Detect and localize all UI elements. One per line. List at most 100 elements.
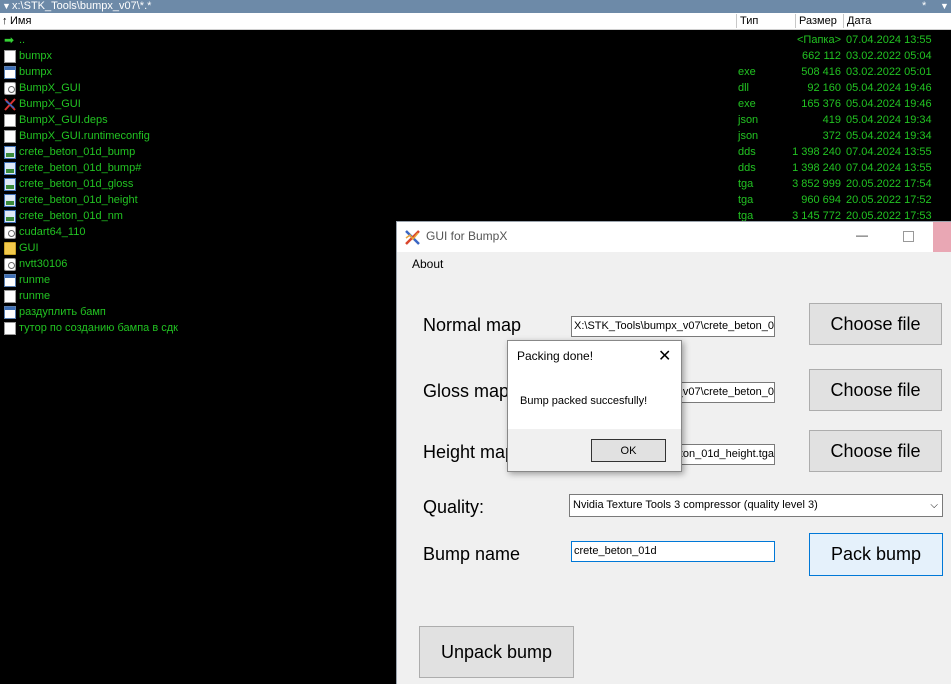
close-button[interactable] xyxy=(933,222,951,252)
dropdown-triangle-icon[interactable]: ▼ xyxy=(2,0,11,12)
up-arrow-icon: ➡ xyxy=(4,33,15,47)
gloss-map-label: Gloss map xyxy=(423,381,510,401)
window-body: Normal map X:\STK_Tools\bumpx_v07\crete_… xyxy=(397,275,951,684)
file-name: BumpX_GUI.runtimeconfig xyxy=(19,130,150,142)
column-type[interactable]: Тип xyxy=(740,13,758,29)
file-name: BumpX_GUI.deps xyxy=(19,114,108,126)
file-name: тутор по созданию бампа в сдк xyxy=(19,322,178,334)
dialog-message-area: Bump packed succesfully! xyxy=(508,371,681,429)
file-name: runme xyxy=(19,290,51,302)
file-date: 05.04.2024 19:34 xyxy=(846,114,932,126)
list-item[interactable]: bumpx exe 508 416 03.02.2022 05:01 xyxy=(0,64,951,80)
folder-icon xyxy=(4,242,16,255)
list-item[interactable]: crete_beton_01d_height tga 960 694 20.05… xyxy=(0,192,951,208)
unpack-bump-button[interactable]: Unpack bump xyxy=(419,626,574,678)
minimize-button[interactable]: — xyxy=(856,228,868,242)
dialog-titlebar[interactable]: Packing done! ✕ xyxy=(508,341,681,371)
list-item[interactable]: crete_beton_01d_bump# dds 1 398 240 07.0… xyxy=(0,160,951,176)
file-size: 419 xyxy=(822,114,841,126)
column-name[interactable]: Имя xyxy=(10,13,31,29)
file-date: 05.04.2024 19:46 xyxy=(846,98,932,110)
file-date: 07.04.2024 13:55 xyxy=(846,162,932,174)
file-date: 05.04.2024 19:34 xyxy=(846,130,932,142)
file-name: .. xyxy=(19,34,26,46)
file-name: nvtt30106 xyxy=(19,258,68,270)
choose-height-map-button[interactable]: Choose file xyxy=(809,430,942,472)
file-date: 07.04.2024 13:55 xyxy=(846,34,932,46)
file-name: cudart64_110 xyxy=(19,226,86,238)
menu-bar: About xyxy=(397,252,951,275)
path-bar[interactable]: ▼ x:\STK_Tools\bumpx_v07\*.* * ▼ xyxy=(0,0,951,13)
filter-star[interactable]: * xyxy=(922,0,926,12)
bump-name-label: Bump name xyxy=(423,544,521,564)
column-divider[interactable] xyxy=(795,14,796,28)
list-item[interactable]: BumpX_GUI.runtimeconfig json 372 05.04.2… xyxy=(0,128,951,144)
pack-bump-button[interactable]: Pack bump xyxy=(809,533,943,576)
image-icon xyxy=(4,178,16,191)
file-size: 92 160 xyxy=(807,82,841,94)
bump-name-input[interactable]: crete_beton_01d xyxy=(571,541,775,562)
file-size: 662 112 xyxy=(802,50,841,62)
column-divider[interactable] xyxy=(736,14,737,28)
list-item[interactable]: BumpX_GUI.deps json 419 05.04.2024 19:34 xyxy=(0,112,951,128)
normal-map-input[interactable]: X:\STK_Tools\bumpx_v07\crete_beton_01d_n… xyxy=(571,316,775,337)
file-size: 1 398 240 xyxy=(792,162,841,174)
dll-icon xyxy=(4,226,16,239)
list-item[interactable]: BumpX_GUI exe 165 376 05.04.2024 19:46 xyxy=(0,96,951,112)
image-icon xyxy=(4,146,16,159)
ok-button[interactable]: OK xyxy=(591,439,666,462)
file-size: <Папка> xyxy=(797,34,841,46)
quality-dropdown[interactable]: Nvidia Texture Tools 3 compressor (quali… xyxy=(569,494,943,517)
sort-arrow-icon: ↑ xyxy=(2,15,8,27)
window-titlebar[interactable]: GUI for BumpX — xyxy=(397,222,951,252)
file-name: BumpX_GUI xyxy=(19,98,81,110)
list-item[interactable]: crete_beton_01d_bump dds 1 398 240 07.04… xyxy=(0,144,951,160)
quality-label: Quality: xyxy=(423,497,485,517)
list-item[interactable]: crete_beton_01d_gloss tga 3 852 999 20.0… xyxy=(0,176,951,192)
file-name: crete_beton_01d_bump# xyxy=(19,162,142,174)
image-icon xyxy=(4,162,16,175)
file-name: BumpX_GUI xyxy=(19,82,81,94)
menu-about[interactable]: About xyxy=(412,257,443,271)
dialog-message: Bump packed succesfully! xyxy=(520,395,648,407)
chevron-down-icon: ⌵ xyxy=(930,500,938,511)
dll-icon xyxy=(4,82,16,95)
file-icon xyxy=(4,130,16,143)
list-item[interactable]: BumpX_GUI dll 92 160 05.04.2024 19:46 xyxy=(0,80,951,96)
file-date: 20.05.2022 17:52 xyxy=(846,194,932,206)
column-date[interactable]: Дата xyxy=(847,13,871,29)
close-icon[interactable]: ✕ xyxy=(658,346,671,366)
list-item[interactable]: bumpx 662 112 03.02.2022 05:04 xyxy=(0,48,951,64)
file-name: crete_beton_01d_gloss xyxy=(19,178,134,190)
file-date: 03.02.2022 05:04 xyxy=(846,50,932,62)
choose-normal-map-button[interactable]: Choose file xyxy=(809,303,942,345)
choose-gloss-map-button[interactable]: Choose file xyxy=(809,369,942,411)
list-item[interactable]: ➡ .. <Папка> 07.04.2024 13:55 xyxy=(0,32,951,48)
text-file-icon xyxy=(4,322,16,335)
exe-icon xyxy=(4,274,16,287)
file-date: 07.04.2024 13:55 xyxy=(846,146,932,158)
packing-done-dialog: Packing done! ✕ Bump packed succesfully!… xyxy=(507,340,682,472)
file-icon xyxy=(4,50,16,63)
dll-icon xyxy=(4,258,16,271)
file-date: 20.05.2022 17:54 xyxy=(846,178,932,190)
exe-icon xyxy=(4,66,16,79)
file-name: crete_beton_01d_bump xyxy=(19,146,136,158)
file-name: bumpx xyxy=(19,66,53,78)
file-icon xyxy=(4,114,16,127)
current-path: x:\STK_Tools\bumpx_v07\*.* xyxy=(12,0,152,12)
file-name: crete_beton_01d_height xyxy=(19,194,138,206)
column-divider[interactable] xyxy=(843,14,844,28)
file-size: 508 416 xyxy=(801,66,841,78)
file-size: 3 852 999 xyxy=(792,178,841,190)
maximize-button[interactable] xyxy=(903,231,914,242)
file-size: 1 398 240 xyxy=(792,146,841,158)
file-name: bumpx xyxy=(19,50,53,62)
file-name: crete_beton_01d_nm xyxy=(19,210,123,222)
exe-icon xyxy=(4,306,16,319)
dialog-title: Packing done! xyxy=(517,349,594,363)
chevron-down-icon[interactable]: ▼ xyxy=(940,0,949,12)
column-size[interactable]: Размер xyxy=(799,13,837,29)
height-map-label: Height map xyxy=(423,442,516,462)
quality-selected-value: Nvidia Texture Tools 3 compressor (quali… xyxy=(573,499,818,511)
